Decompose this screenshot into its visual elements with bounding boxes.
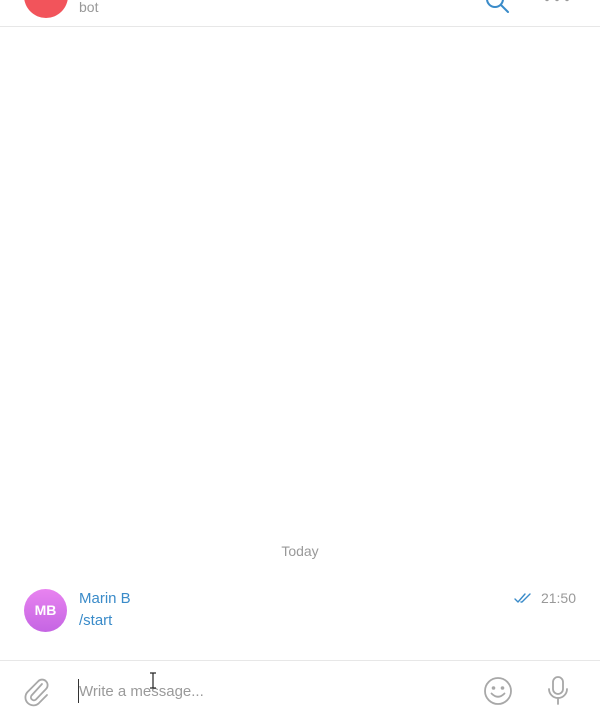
chat-status: bot xyxy=(79,0,99,15)
message-composer xyxy=(0,660,600,720)
microphone-icon[interactable] xyxy=(546,675,570,707)
message-input[interactable] xyxy=(78,679,469,703)
message-item[interactable]: MB Marin B /start 21:50 xyxy=(0,587,600,637)
text-cursor-icon xyxy=(150,672,156,689)
message-meta: 21:50 xyxy=(514,590,576,606)
chat-header: M bot xyxy=(0,0,600,27)
emoji-icon[interactable] xyxy=(483,676,513,706)
paperclip-icon[interactable] xyxy=(22,675,50,707)
sender-avatar[interactable]: MB xyxy=(24,589,67,632)
sender-name[interactable]: Marin B xyxy=(79,590,131,607)
message-time: 21:50 xyxy=(540,590,576,606)
message-history[interactable]: Today MB Marin B /start 21:50 xyxy=(0,27,600,660)
chat-avatar[interactable]: M xyxy=(24,0,68,18)
more-icon[interactable] xyxy=(543,0,571,4)
chat-window: M bot Today MB Marin B /start 21:50 xyxy=(0,0,600,720)
search-icon[interactable] xyxy=(484,0,510,14)
message-text[interactable]: /start xyxy=(79,612,112,629)
double-check-icon xyxy=(514,593,531,603)
date-separator: Today xyxy=(281,543,319,559)
